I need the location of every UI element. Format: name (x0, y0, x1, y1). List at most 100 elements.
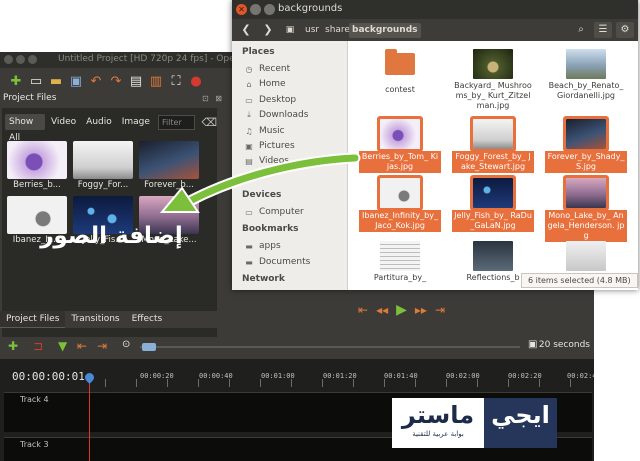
folder-icon: ▬ (245, 257, 253, 267)
sidebar-item-downloads[interactable]: ⤓ Downloads (244, 110, 308, 120)
thumbnail-item[interactable]: Berries_b... (7, 141, 67, 193)
sidebar-item-home[interactable]: ⌂ Home (244, 79, 285, 89)
tab-transitions[interactable]: Transitions (65, 311, 125, 328)
ruler-line (415, 379, 416, 387)
openshot-toolbar: ✚ ▭ ▬ ▣ ↶ ↷ ▤ ▥ ⛶ ● (0, 69, 230, 93)
snap-icon[interactable]: ⊐ (33, 339, 43, 353)
record-icon[interactable]: ● (188, 73, 204, 89)
file-item[interactable]: Partitura_by_ (359, 241, 441, 283)
save-project-icon[interactable]: ▣ (68, 73, 84, 89)
network-heading: Network (242, 274, 285, 284)
clock-icon: ◷ (245, 64, 253, 74)
file-label: Ibanez_Infinity_by_ Jaco_Kok.jpg (359, 210, 441, 232)
next-marker-icon[interactable]: ⇥ (97, 339, 107, 353)
view-list-icon[interactable]: ☰ (594, 22, 612, 38)
file-item[interactable]: Jelly_Fish_by_ RaDu_GaLaN.jpg (452, 178, 534, 232)
fullscreen-icon[interactable]: ⛶ (168, 73, 184, 89)
watermark-right-text: ايجي (484, 398, 557, 448)
drive-icon[interactable]: ▣ (282, 22, 298, 38)
file-item[interactable]: Mono_Lake_by_ Angela_Henderson. jpg (545, 178, 627, 242)
close-icon[interactable]: ✕ (236, 4, 247, 15)
profile-icon[interactable]: ▤ (128, 73, 144, 89)
sidebar-item-desktop[interactable]: ▭ Desktop (244, 95, 296, 105)
maximize-button[interactable] (264, 4, 275, 15)
tab-effects[interactable]: Effects (126, 311, 169, 328)
add-file-icon[interactable]: ✚ (8, 73, 24, 89)
ruler-line (167, 379, 168, 387)
places-heading: Places (242, 47, 275, 57)
file-label: Forever_by_Shady_ S.jpg (545, 151, 627, 173)
export-film-icon[interactable]: ▥ (148, 73, 164, 89)
ruler-tick-label: 00:02:00 (446, 372, 480, 380)
search-icon[interactable]: ⌕ (572, 22, 590, 38)
breadcrumb-usr[interactable]: usr (302, 23, 322, 38)
open-project-icon[interactable]: ▬ (48, 73, 64, 89)
play-icon[interactable]: ▶ (396, 302, 407, 318)
zoom-slider[interactable] (140, 346, 520, 348)
file-thumbnail (380, 178, 420, 208)
jump-end-icon[interactable]: ⇥ (435, 303, 445, 317)
filter-video[interactable]: Video (47, 114, 80, 130)
thumbnail-label: Berries_b... (13, 180, 61, 190)
jump-start-icon[interactable]: ⇤ (358, 303, 368, 317)
menu-icon[interactable]: ⚙ (616, 22, 634, 38)
ruler-line (136, 379, 137, 387)
sidebar-item-documents[interactable]: ▬ Documents (244, 257, 310, 267)
filter-input[interactable]: Filter (157, 114, 196, 130)
playhead[interactable] (89, 377, 90, 461)
fast-forward-icon[interactable]: ▸▸ (415, 303, 427, 317)
sidebar-item-recent[interactable]: ◷ Recent (244, 64, 291, 74)
file-thumbnail (473, 241, 513, 271)
file-label: Backyard_ Mushrooms_by_ Kurt_Zitzelman.j… (454, 81, 532, 110)
file-item[interactable]: Foggy_Forest_by_ Jake_Stewart.jpg (452, 119, 534, 173)
clear-filter-icon[interactable]: ⌫ (201, 116, 217, 129)
panel-dock-icons[interactable]: ⊡ ⊠ (202, 94, 224, 103)
folder-icon (385, 49, 415, 75)
file-manager-window: ✕ backgrounds ❮ ❯ ▣ usr share background… (232, 0, 638, 290)
file-item[interactable]: contest (359, 49, 441, 95)
back-icon[interactable]: ❮ (238, 22, 254, 38)
sidebar-item-label: Music (259, 126, 285, 136)
file-item[interactable]: Forever_by_Shady_ S.jpg (545, 119, 627, 173)
arabic-caption: إضافة الصور (40, 223, 183, 249)
file-item[interactable]: Ibanez_Infinity_by_ Jaco_Kok.jpg (359, 178, 441, 232)
filter-image[interactable]: Image (118, 114, 154, 130)
add-track-icon[interactable]: ✚ (8, 339, 18, 353)
filter-audio[interactable]: Audio (82, 114, 116, 130)
zoom-slider-handle[interactable] (142, 343, 156, 351)
marker-icon[interactable]: ▼ (58, 339, 67, 353)
maximize-button[interactable] (28, 55, 37, 64)
new-project-icon[interactable]: ▭ (28, 73, 44, 89)
file-manager-title: backgrounds (278, 3, 343, 14)
tab-project-files[interactable]: Project Files (0, 311, 66, 328)
file-item[interactable] (545, 241, 627, 273)
previous-marker-icon[interactable]: ⇤ (77, 339, 87, 353)
ruler-line (570, 379, 571, 387)
playback-controls: ⇤ ◂◂ ▶ ▸▸ ⇥ (358, 302, 445, 318)
timeline-ruler[interactable]: 00:00:20 00:00:40 00:01:00 00:01:20 00:0… (90, 359, 601, 387)
rewind-icon[interactable]: ◂◂ (376, 303, 388, 317)
minimize-button[interactable] (16, 55, 25, 64)
project-files-title: Project Files (3, 93, 57, 103)
file-item[interactable]: Beach_by_Renato_ Giordanelli.jpg (545, 49, 627, 101)
file-item[interactable]: Berries_by_Tom_ Kijas.jpg (359, 119, 441, 173)
breadcrumb-backgrounds[interactable]: backgrounds (349, 23, 421, 38)
ruler-tick-label: 00:01:40 (384, 372, 418, 380)
undo-icon[interactable]: ↶ (88, 73, 104, 89)
file-item[interactable]: Backyard_ Mushrooms_by_ Kurt_Zitzelman.j… (452, 49, 534, 111)
track-label: Track 3 (20, 440, 49, 449)
file-label: Partitura_by_ (373, 273, 427, 282)
sidebar-item-apps[interactable]: ▬ apps (244, 241, 280, 251)
thumbnail-item[interactable]: Foggy_For... (73, 141, 133, 193)
watermark-subtitle: بوابة عربية للتقنية (412, 430, 464, 438)
folder-icon: ▬ (245, 241, 253, 251)
close-button[interactable] (4, 55, 13, 64)
center-playhead-icon[interactable]: ⊙ (122, 339, 130, 350)
redo-icon[interactable]: ↷ (108, 73, 124, 89)
ruler-line (384, 379, 385, 387)
file-thumbnail (566, 241, 606, 271)
minimize-button[interactable] (250, 4, 261, 15)
forward-icon[interactable]: ❯ (260, 22, 276, 38)
sidebar-item-music[interactable]: ♫ Music (244, 126, 285, 136)
filter-show-all[interactable]: Show All (5, 114, 45, 143)
